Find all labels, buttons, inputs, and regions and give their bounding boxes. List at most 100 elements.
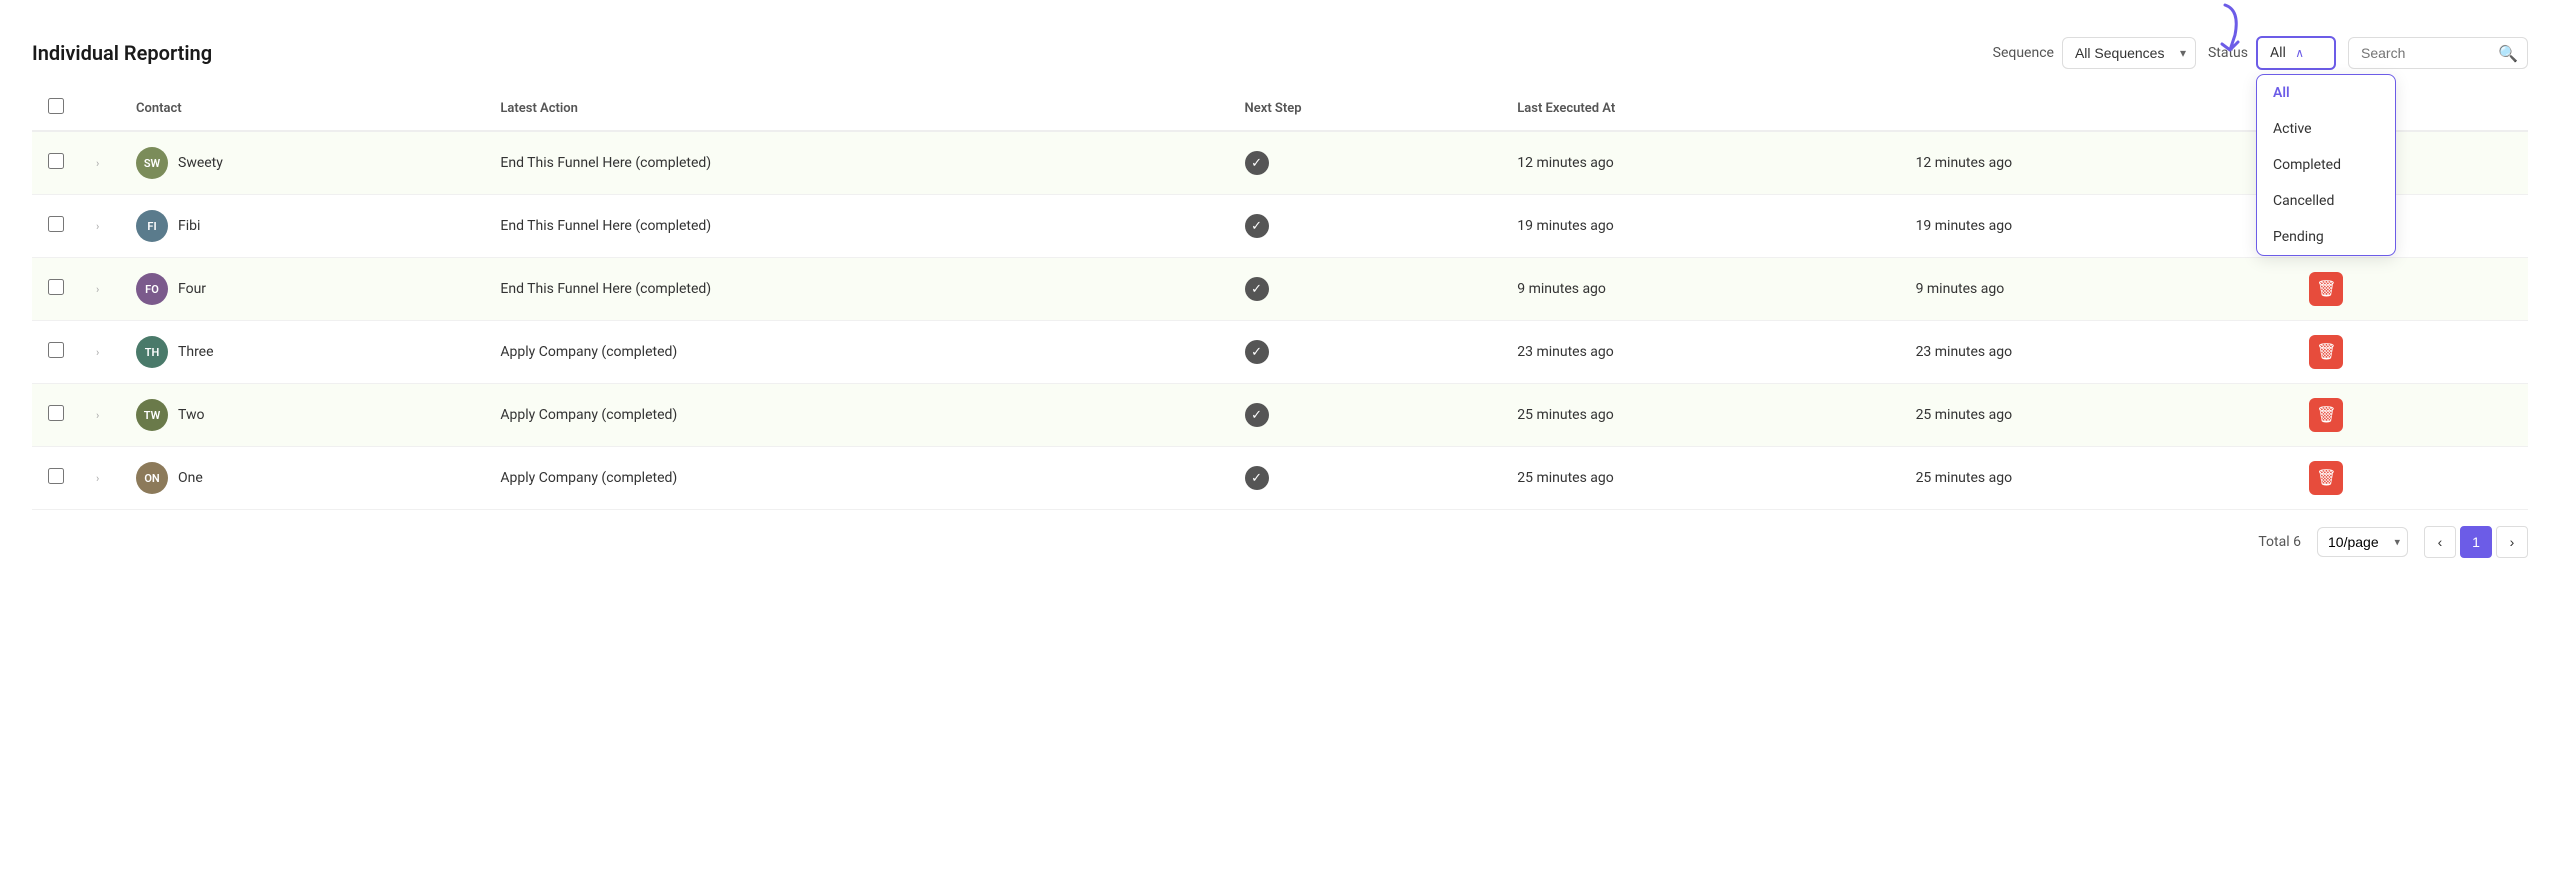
avatar: FO bbox=[136, 273, 168, 305]
delete-button[interactable]: 🗑 bbox=[2309, 335, 2343, 369]
select-all-checkbox[interactable] bbox=[48, 98, 64, 114]
row-expand-cell[interactable]: › bbox=[80, 447, 120, 510]
expand-chevron-icon: › bbox=[96, 472, 99, 485]
contact-name: Four bbox=[178, 281, 206, 297]
header-area: Individual Reporting Sequence All Sequen… bbox=[0, 20, 2560, 86]
col-last-executed2 bbox=[1900, 86, 2294, 131]
avatar: TH bbox=[136, 336, 168, 368]
contact-name: Fibi bbox=[178, 218, 200, 234]
row-checkbox-cell bbox=[32, 131, 80, 195]
row-checkbox-cell bbox=[32, 195, 80, 258]
table-footer: Total 6 10/page 25/page 50/page ‹ 1 › bbox=[0, 510, 2560, 574]
row-last-executed-cell: 19 minutes ago bbox=[1501, 195, 1899, 258]
completed-icon: ✓ bbox=[1245, 466, 1269, 490]
pagination: ‹ 1 › bbox=[2424, 526, 2528, 558]
avatar: ON bbox=[136, 462, 168, 494]
status-label: Status bbox=[2208, 45, 2248, 61]
row-checkbox-cell bbox=[32, 321, 80, 384]
col-contact: Contact bbox=[120, 86, 484, 131]
total-count-label: Total 6 bbox=[2258, 534, 2301, 550]
header-controls: Sequence All Sequences Status All ∧ bbox=[1993, 36, 2528, 70]
row-last-executed2-cell: 9 minutes ago bbox=[1900, 258, 2294, 321]
row-actions-cell: 🗑 bbox=[2293, 258, 2528, 321]
row-checkbox-1[interactable] bbox=[48, 153, 64, 169]
status-select-button[interactable]: All ∧ bbox=[2256, 36, 2336, 70]
page-1-button[interactable]: 1 bbox=[2460, 526, 2492, 558]
row-latest-action-cell: Apply Company (completed) bbox=[484, 321, 1228, 384]
row-checkbox-cell bbox=[32, 384, 80, 447]
completed-icon: ✓ bbox=[1245, 214, 1269, 238]
row-expand-cell[interactable]: › bbox=[80, 321, 120, 384]
row-expand-cell[interactable]: › bbox=[80, 384, 120, 447]
row-next-step-cell: ✓ bbox=[1229, 384, 1502, 447]
row-latest-action-cell: Apply Company (completed) bbox=[484, 384, 1228, 447]
row-checkbox-cell bbox=[32, 447, 80, 510]
col-latest-action: Latest Action bbox=[484, 86, 1228, 131]
row-contact-cell: TW Two bbox=[120, 384, 484, 447]
row-expand-cell[interactable]: › bbox=[80, 195, 120, 258]
avatar: SW bbox=[136, 147, 168, 179]
contact-cell: TW Two bbox=[136, 399, 468, 431]
row-checkbox-2[interactable] bbox=[48, 216, 64, 232]
row-next-step-cell: ✓ bbox=[1229, 321, 1502, 384]
sequence-filter-group: Sequence All Sequences bbox=[1993, 37, 2196, 69]
delete-button[interactable]: 🗑 bbox=[2309, 272, 2343, 306]
row-last-executed2-cell: 25 minutes ago bbox=[1900, 447, 2294, 510]
table-row: › TH Three Apply Company (completed) ✓ 2… bbox=[32, 321, 2528, 384]
avatar: TW bbox=[136, 399, 168, 431]
dropdown-item-all[interactable]: All bbox=[2257, 75, 2395, 111]
delete-button[interactable]: 🗑 bbox=[2309, 461, 2343, 495]
col-last-executed: Last Executed At bbox=[1501, 86, 1899, 131]
completed-icon: ✓ bbox=[1245, 340, 1269, 364]
row-latest-action-cell: End This Funnel Here (completed) bbox=[484, 195, 1228, 258]
prev-page-button[interactable]: ‹ bbox=[2424, 526, 2456, 558]
table-row: › SW Sweety End This Funnel Here (comple… bbox=[32, 131, 2528, 195]
status-filter-group: Status All ∧ All Active Completed Cancel… bbox=[2208, 36, 2336, 70]
table-header-row: Contact Latest Action Next Step Last Exe… bbox=[32, 86, 2528, 131]
row-last-executed-cell: 25 minutes ago bbox=[1501, 447, 1899, 510]
table-row: › FO Four End This Funnel Here (complete… bbox=[32, 258, 2528, 321]
col-expand bbox=[80, 86, 120, 131]
row-checkbox-cell bbox=[32, 258, 80, 321]
row-last-executed2-cell: 12 minutes ago bbox=[1900, 131, 2294, 195]
sequence-label: Sequence bbox=[1993, 45, 2054, 61]
table-row: › ON One Apply Company (completed) ✓ 25 … bbox=[32, 447, 2528, 510]
row-actions-cell: 🗑 bbox=[2293, 384, 2528, 447]
dropdown-item-completed[interactable]: Completed bbox=[2257, 147, 2395, 183]
dropdown-item-pending[interactable]: Pending bbox=[2257, 219, 2395, 255]
row-checkbox-6[interactable] bbox=[48, 468, 64, 484]
search-icon[interactable]: 🔍 bbox=[2498, 44, 2518, 63]
row-contact-cell: FO Four bbox=[120, 258, 484, 321]
completed-icon: ✓ bbox=[1245, 151, 1269, 175]
sequence-select[interactable]: All Sequences bbox=[2062, 37, 2196, 69]
row-checkbox-3[interactable] bbox=[48, 279, 64, 295]
completed-icon: ✓ bbox=[1245, 403, 1269, 427]
per-page-select[interactable]: 10/page 25/page 50/page bbox=[2317, 527, 2408, 557]
row-latest-action-cell: Apply Company (completed) bbox=[484, 447, 1228, 510]
contact-name: One bbox=[178, 470, 203, 486]
contact-name: Sweety bbox=[178, 155, 223, 171]
table-row: › FI Fibi End This Funnel Here (complete… bbox=[32, 195, 2528, 258]
table-row: › TW Two Apply Company (completed) ✓ 25 … bbox=[32, 384, 2528, 447]
row-actions-cell: 🗑 bbox=[2293, 447, 2528, 510]
table-container: Contact Latest Action Next Step Last Exe… bbox=[0, 86, 2560, 510]
chevron-up-icon: ∧ bbox=[2295, 46, 2304, 60]
contact-cell: TH Three bbox=[136, 336, 468, 368]
dropdown-item-active[interactable]: Active bbox=[2257, 111, 2395, 147]
row-next-step-cell: ✓ bbox=[1229, 258, 1502, 321]
row-last-executed2-cell: 25 minutes ago bbox=[1900, 384, 2294, 447]
expand-chevron-icon: › bbox=[96, 409, 99, 422]
row-expand-cell[interactable]: › bbox=[80, 258, 120, 321]
row-last-executed2-cell: 19 minutes ago bbox=[1900, 195, 2294, 258]
row-next-step-cell: ✓ bbox=[1229, 131, 1502, 195]
next-page-button[interactable]: › bbox=[2496, 526, 2528, 558]
expand-chevron-icon: › bbox=[96, 283, 99, 296]
row-checkbox-4[interactable] bbox=[48, 342, 64, 358]
row-latest-action-cell: End This Funnel Here (completed) bbox=[484, 131, 1228, 195]
delete-button[interactable]: 🗑 bbox=[2309, 398, 2343, 432]
expand-chevron-icon: › bbox=[96, 220, 99, 233]
row-checkbox-5[interactable] bbox=[48, 405, 64, 421]
row-expand-cell[interactable]: › bbox=[80, 131, 120, 195]
dropdown-item-cancelled[interactable]: Cancelled bbox=[2257, 183, 2395, 219]
row-next-step-cell: ✓ bbox=[1229, 195, 1502, 258]
